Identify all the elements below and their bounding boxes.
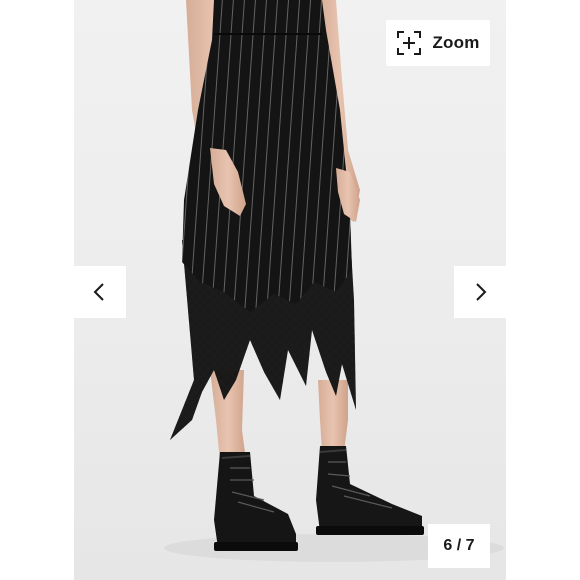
zoom-button[interactable]: Zoom <box>386 20 490 66</box>
zoom-label: Zoom <box>432 33 480 52</box>
image-counter: 6 / 7 <box>428 524 490 568</box>
right-leg <box>318 380 348 452</box>
right-margin <box>506 0 580 580</box>
left-boot <box>214 452 298 551</box>
next-image-button[interactable] <box>454 266 506 318</box>
expand-corners-icon <box>397 31 422 55</box>
product-photo <box>164 0 504 562</box>
right-boot <box>316 446 424 535</box>
chevron-left-icon <box>93 283 104 301</box>
chevron-right-icon <box>476 283 487 301</box>
left-margin <box>0 0 74 580</box>
previous-image-button[interactable] <box>74 266 126 318</box>
product-image[interactable] <box>74 0 506 580</box>
